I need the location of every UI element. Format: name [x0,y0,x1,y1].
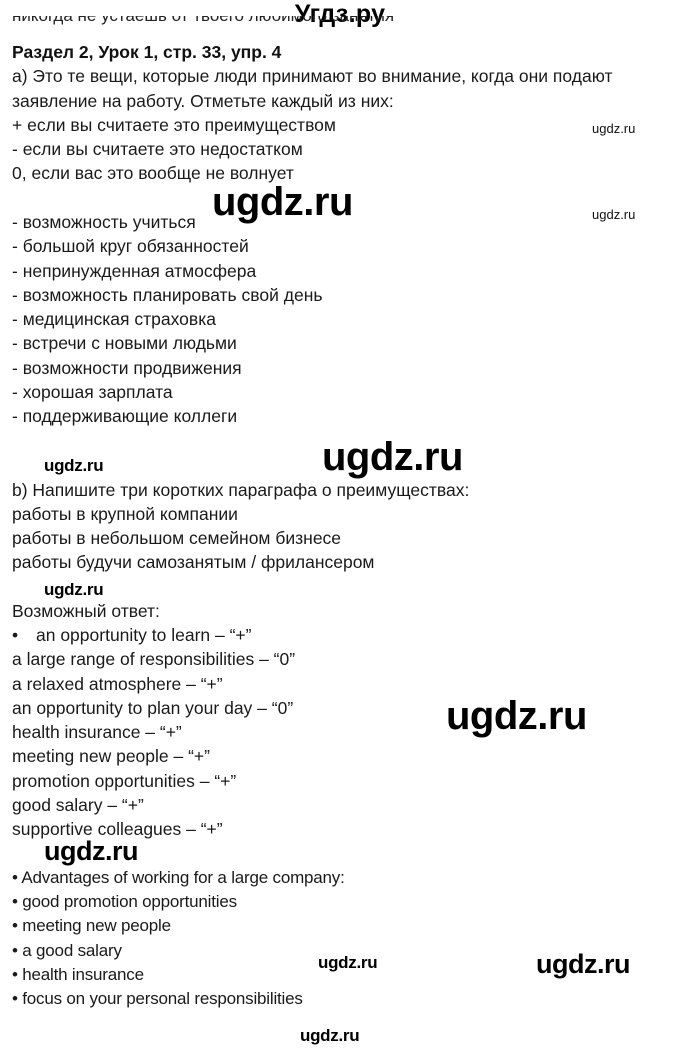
bullet-icon: • [12,625,19,645]
watermark: ugdz.ru [44,580,104,599]
advantage-item: • meeting new people [12,916,171,935]
watermark: ugdz.ru [592,121,636,136]
list-item: - медицинская страховка [12,309,216,329]
watermark: ugdz.ru [446,694,587,738]
watermark: ugdz.ru [592,207,636,222]
advantage-item: • good promotion opportunities [12,892,237,911]
list-item: - возможность планировать свой день [12,285,323,305]
advantage-item: • a good salary [12,941,122,960]
rating-line: a large range of responsibilities – “0” [12,649,296,669]
list-item: - возможность учиться [12,212,196,232]
watermark: ugdz.ru [212,180,353,224]
rating-line: • an opportunity to learn – “+” [12,623,251,647]
task-a-intro-line-1: a) Это те вещи, которые люди принимают в… [12,66,613,86]
list-item: - возможности продвижения [12,358,242,378]
answer-label: Возможный ответ: [12,601,160,621]
legend-minus: - если вы считаете это недостатком [12,139,303,159]
advantage-item: • focus on your personal responsibilitie… [12,989,303,1008]
task-b-topic: работы в небольшом семейном бизнесе [12,528,342,548]
legend-plus: + если вы считаете это преимуществом [12,115,336,135]
rating-line: a relaxed atmosphere – “+” [12,674,223,694]
rating-text: an opportunity to learn – “+” [36,625,252,645]
rating-line: an opportunity to plan your day – “0” [12,698,294,718]
watermark: ugdz.ru [536,949,630,979]
list-item: - большой круг обязанностей [12,236,249,256]
task-a-intro-line-2: заявление на работу. Отметьте каждый из … [12,91,394,111]
watermark: ugdz.ru [300,1026,360,1045]
rating-line: health insurance – “+” [12,722,182,742]
cut-off-text: никогда не устаёшь от твоего любимого за… [12,16,394,28]
exercise-heading: Раздел 2, Урок 1, стр. 33, упр. 4 [12,42,282,62]
watermark: ugdz.ru [44,836,138,866]
task-b-topic: работы в крупной компании [12,504,238,524]
cut-off-text-line: никогда не устаёшь от твоего любимого за… [12,16,394,28]
rating-line: meeting new people – “+” [12,746,210,766]
list-item: - поддерживающие коллеги [12,406,238,426]
rating-line: good salary – “+” [12,795,144,815]
list-item: - хорошая зарплата [12,382,173,402]
watermark: ugdz.ru [322,435,463,479]
advantage-item: • health insurance [12,965,144,984]
list-item: - непринужденная атмосфера [12,261,257,281]
task-b-topic: работы будучи самозанятым / фрилансером [12,552,375,572]
watermark: ugdz.ru [318,953,378,972]
task-b-intro: b) Напишите три коротких параграфа о пре… [12,480,470,500]
advantages-heading: • Advantages of working for a large comp… [12,868,345,887]
rating-line: promotion opportunities – “+” [12,771,237,791]
watermark: ugdz.ru [44,456,104,475]
list-item: - встречи с новыми людьми [12,333,237,353]
